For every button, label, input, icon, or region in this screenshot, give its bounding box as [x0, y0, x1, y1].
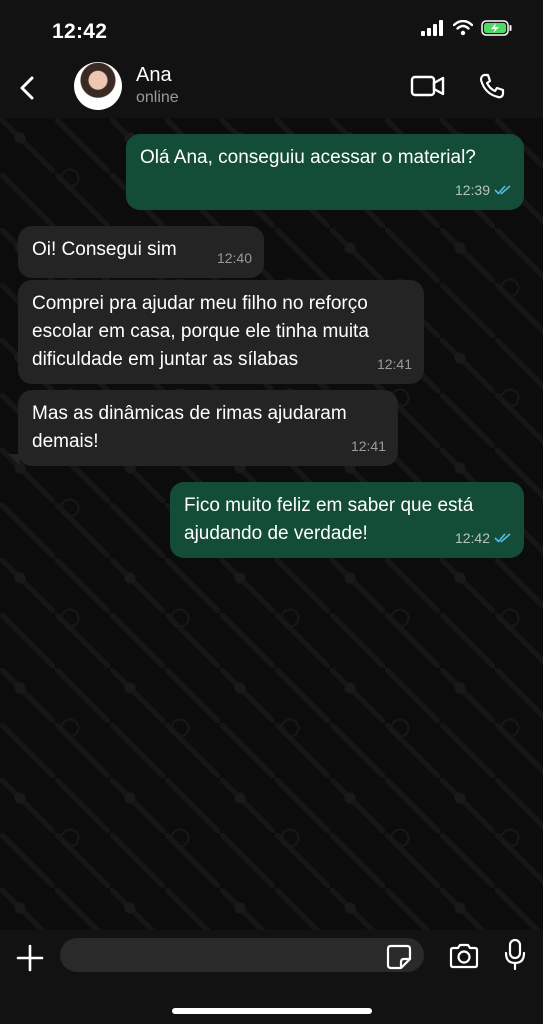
sticker-icon[interactable]	[386, 944, 412, 970]
message-bubble-incoming[interactable]: Mas as dinâmicas de rimas ajudaram demai…	[18, 390, 398, 466]
message-meta: 12:41	[377, 350, 412, 378]
message-bubble-incoming[interactable]: Comprei pra ajudar meu filho no reforço …	[18, 280, 424, 384]
plus-icon[interactable]	[16, 944, 44, 972]
message-time: 12:42	[454, 530, 490, 546]
contact-name[interactable]: Ana	[136, 64, 172, 87]
video-call-icon[interactable]	[410, 72, 446, 100]
home-indicator	[172, 1008, 372, 1014]
message-time: 12:41	[350, 438, 386, 454]
contact-avatar[interactable]	[74, 62, 122, 110]
message-meta: 12:41	[351, 432, 386, 460]
message-text: Fico muito feliz em saber que está ajuda…	[184, 495, 474, 544]
message-bubble-outgoing[interactable]: Fico muito feliz em saber que está ajuda…	[170, 482, 524, 558]
camera-icon[interactable]	[448, 942, 480, 970]
message-text: Mas as dinâmicas de rimas ajudaram demai…	[32, 403, 347, 452]
composer-bar	[0, 930, 543, 1024]
message-bubble-incoming[interactable]: Oi! Consegui sim 12:40	[18, 226, 264, 278]
message-meta: 12:39	[455, 176, 512, 204]
message-list[interactable]: Olá Ana, conseguiu acessar o material? 1…	[0, 118, 543, 930]
microphone-icon[interactable]	[503, 938, 527, 972]
status-bar: 12:42	[0, 0, 543, 58]
chat-header: Ana online	[0, 58, 543, 118]
battery-icon	[481, 20, 512, 36]
read-ticks-icon	[494, 533, 511, 543]
message-input[interactable]	[60, 938, 424, 972]
message-bubble-outgoing[interactable]: Olá Ana, conseguiu acessar o material? 1…	[126, 134, 524, 210]
back-arrow-icon[interactable]	[14, 72, 42, 104]
message-time: 12:41	[376, 356, 412, 372]
message-meta: 12:40	[217, 244, 252, 272]
message-text: Comprei pra ajudar meu filho no reforço …	[32, 293, 369, 370]
read-ticks-icon	[494, 185, 511, 195]
message-text: Olá Ana, conseguiu acessar o material?	[140, 147, 476, 168]
bubble-tail	[8, 454, 20, 466]
status-time: 12:42	[52, 20, 108, 43]
signal-icon	[421, 20, 443, 36]
message-time: 12:40	[216, 250, 252, 266]
contact-status: online	[136, 89, 179, 106]
message-time: 12:39	[454, 182, 490, 198]
status-icons	[421, 20, 513, 36]
wifi-icon	[453, 20, 473, 36]
message-meta: 12:42	[455, 524, 512, 552]
message-text: Oi! Consegui sim	[32, 239, 177, 260]
phone-call-icon[interactable]	[478, 72, 506, 100]
